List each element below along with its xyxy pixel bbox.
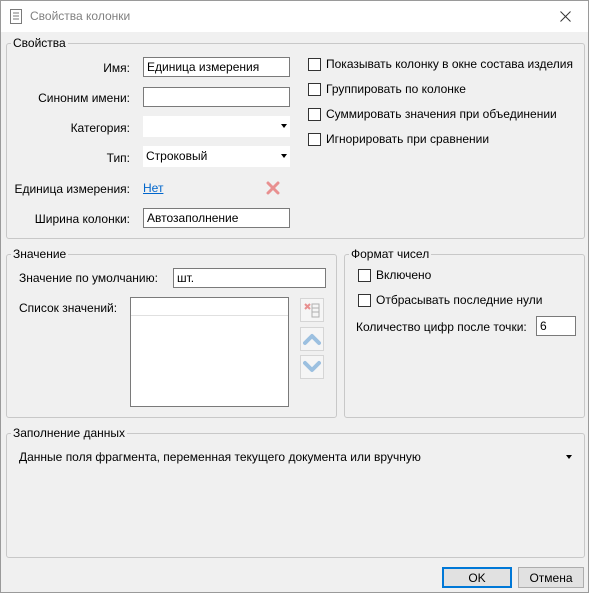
ignore-on-compare-checkbox[interactable]	[308, 133, 321, 146]
delete-list-item-icon	[304, 303, 320, 318]
value-list[interactable]	[130, 297, 289, 407]
ignore-on-compare-label: Игнорировать при сравнении	[326, 132, 490, 146]
window-title: Свойства колонки	[30, 9, 131, 23]
type-select[interactable]: Строковый	[143, 146, 290, 167]
chevron-down-icon	[281, 154, 287, 158]
number-format-legend: Формат чисел	[349, 247, 432, 261]
unit-link[interactable]: Нет	[143, 181, 163, 195]
trim-zeros-checkbox[interactable]	[358, 294, 371, 307]
group-by-column-checkbox[interactable]	[308, 83, 321, 96]
fill-mode-value: Данные поля фрагмента, переменная текуще…	[19, 450, 421, 464]
number-format-group: Формат чисел Включено Отбрасывать послед…	[344, 247, 585, 418]
digits-label: Количество цифр после точки:	[356, 320, 527, 334]
dialog-window: Свойства колонки Свойства Имя: Единица и…	[0, 0, 589, 593]
move-up-button[interactable]	[300, 327, 324, 351]
delete-icon[interactable]	[266, 181, 280, 195]
properties-group: Свойства Имя: Единица измерения Синоним …	[6, 36, 585, 239]
list-item[interactable]	[131, 298, 288, 316]
properties-legend: Свойства	[11, 36, 68, 50]
move-down-button[interactable]	[300, 355, 324, 379]
sum-on-merge-checkbox[interactable]	[308, 108, 321, 121]
fill-data-legend: Заполнение данных	[11, 426, 128, 440]
default-value-input[interactable]: шт.	[173, 268, 326, 288]
group-by-column-label: Группировать по колонке	[326, 82, 466, 96]
close-button[interactable]	[542, 1, 588, 32]
trim-zeros-label: Отбрасывать последние нули	[376, 293, 543, 307]
type-value: Строковый	[146, 149, 208, 163]
digits-input[interactable]: 6	[536, 316, 576, 336]
default-value-label: Значение по умолчанию:	[19, 271, 158, 285]
fill-mode-select[interactable]: Данные поля фрагмента, переменная текуще…	[16, 447, 575, 468]
width-input[interactable]: Автозаполнение	[143, 208, 290, 228]
title-bar: Свойства колонки	[1, 1, 588, 32]
width-label: Ширина колонки:	[34, 212, 130, 226]
show-in-composition-checkbox[interactable]	[308, 58, 321, 71]
arrow-up-icon	[303, 334, 321, 345]
chevron-down-icon	[281, 124, 287, 128]
show-in-composition-label: Показывать колонку в окне состава издели…	[326, 57, 573, 71]
fill-data-group: Заполнение данных Данные поля фрагмента,…	[6, 426, 585, 558]
sum-on-merge-label: Суммировать значения при объединении	[326, 107, 557, 121]
synonym-label: Синоним имени:	[38, 91, 130, 105]
value-list-label: Список значений:	[19, 301, 118, 315]
enabled-label: Включено	[376, 268, 432, 282]
name-label: Имя:	[103, 61, 130, 75]
synonym-input[interactable]	[143, 87, 290, 107]
delete-item-button[interactable]	[300, 298, 324, 322]
value-group: Значение Значение по умолчанию: шт. Спис…	[6, 247, 337, 418]
close-icon	[559, 11, 571, 22]
category-select[interactable]	[143, 116, 290, 137]
value-legend: Значение	[11, 247, 69, 261]
arrow-down-icon	[303, 361, 321, 372]
enabled-checkbox[interactable]	[358, 269, 371, 282]
category-label: Категория:	[70, 121, 130, 135]
chevron-down-icon	[566, 455, 572, 459]
document-icon	[10, 9, 22, 24]
ok-button[interactable]: OK	[442, 567, 512, 588]
unit-label: Единица измерения:	[14, 182, 130, 196]
cancel-button[interactable]: Отмена	[518, 567, 584, 588]
name-input[interactable]: Единица измерения	[143, 57, 290, 77]
type-label: Тип:	[106, 151, 130, 165]
